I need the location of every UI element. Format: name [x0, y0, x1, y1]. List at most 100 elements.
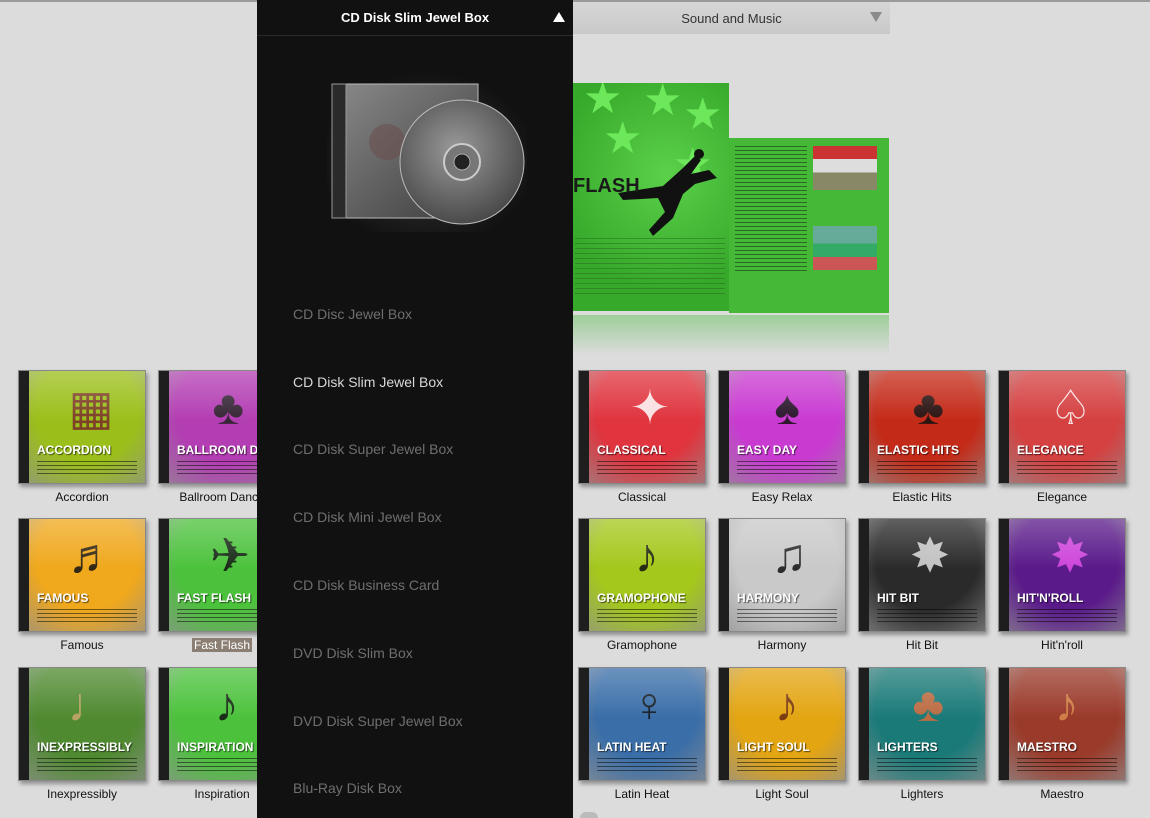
template-tile[interactable]: ♫HARMONY Harmony: [718, 518, 846, 666]
template-grid: ▦ACCORDIONAccordion♣BALLROOM DANCEBallro…: [0, 0, 1150, 818]
menu-item[interactable]: CD Disk Business Card: [293, 577, 439, 593]
template-label[interactable]: Inexpressibly: [4, 787, 160, 801]
template-label[interactable]: Elastic Hits: [844, 490, 1000, 504]
jewel-case-spine: [999, 371, 1009, 483]
cover-body-text: [737, 609, 837, 625]
template-name: Inspiration: [194, 787, 250, 801]
cover-gloss: [1009, 519, 1125, 570]
cover-title: MAESTRO: [1017, 740, 1077, 754]
jewel-case-spine: [859, 371, 869, 483]
template-label[interactable]: Hit'n'roll: [984, 638, 1140, 652]
menu-item[interactable]: CD Disk Super Jewel Box: [293, 441, 453, 457]
jewel-case-spine: [719, 668, 729, 780]
template-tile[interactable]: ♤ELEGANCE Elegance: [998, 370, 1126, 518]
jewel-case-spine: [859, 668, 869, 780]
template-name: Hit'n'roll: [1041, 638, 1083, 652]
cover-title: INSPIRATION: [177, 740, 254, 754]
cover-title: FAST FLASH: [177, 591, 251, 605]
scroll-indicator[interactable]: [580, 812, 598, 818]
menu-item[interactable]: CD Disk Mini Jewel Box: [293, 509, 442, 525]
template-tile[interactable]: ♩INEXPRESSIBLY Inexpressibly: [18, 667, 146, 815]
template-tile[interactable]: ♪GRAMOPHONE Gramophone: [578, 518, 706, 666]
template-label[interactable]: Elegance: [984, 490, 1140, 504]
template-label[interactable]: Hit Bit: [844, 638, 1000, 652]
cover-title: EASY DAY: [737, 443, 798, 457]
template-label[interactable]: Maestro: [984, 787, 1140, 801]
menu-item[interactable]: Blu-Ray Disk Box: [293, 780, 402, 796]
cover-title: HIT'N'ROLL: [1017, 591, 1084, 605]
jewel-case-spine: [19, 668, 29, 780]
template-name: Light Soul: [755, 787, 809, 801]
template-cover[interactable]: ♀LATIN HEAT: [578, 667, 706, 781]
cover-gloss: [729, 519, 845, 570]
cover-title: LIGHT SOUL: [737, 740, 810, 754]
template-tile[interactable]: ♀LATIN HEAT Latin Heat: [578, 667, 706, 815]
jewel-case-spine: [159, 668, 169, 780]
chevron-up-icon[interactable]: [553, 12, 565, 22]
cover-gloss: [729, 668, 845, 719]
cover-body-text: [877, 609, 977, 625]
template-tile[interactable]: ✸HIT'N'ROLL Hit'n'roll: [998, 518, 1126, 666]
template-cover[interactable]: ✦CLASSICAL: [578, 370, 706, 484]
template-tile[interactable]: ♪LIGHT SOUL Light Soul: [718, 667, 846, 815]
product-select[interactable]: CD Disk Slim Jewel Box: [257, 0, 573, 36]
template-name: Maestro: [1040, 787, 1084, 801]
product-select-value: CD Disk Slim Jewel Box: [340, 10, 490, 25]
template-label[interactable]: Accordion: [4, 490, 160, 504]
menu-item[interactable]: DVD Disk Slim Box: [293, 645, 413, 661]
template-label[interactable]: Classical: [564, 490, 720, 504]
template-label[interactable]: Easy Relax: [704, 490, 860, 504]
template-tile[interactable]: ♣LIGHTERS Lighters: [858, 667, 986, 815]
template-cover[interactable]: ▦ACCORDION: [18, 370, 146, 484]
cover-gloss: [1009, 371, 1125, 422]
template-label[interactable]: Gramophone: [564, 638, 720, 652]
template-name: Harmony: [757, 638, 807, 652]
jewel-case-spine: [159, 371, 169, 483]
template-name: Elegance: [1036, 490, 1088, 504]
template-tile[interactable]: ♬FAMOUS Famous: [18, 518, 146, 666]
template-name: Easy Relax: [751, 490, 813, 504]
cover-title: CLASSICAL: [597, 443, 666, 457]
template-cover[interactable]: ✸HIT'N'ROLL: [998, 518, 1126, 632]
template-cover[interactable]: ♩INEXPRESSIBLY: [18, 667, 146, 781]
cover-body-text: [1017, 758, 1117, 774]
cover-body-text: [737, 758, 837, 774]
cover-title: FAMOUS: [37, 591, 89, 605]
template-cover[interactable]: ♬FAMOUS: [18, 518, 146, 632]
template-tile[interactable]: ♪MAESTRO Maestro: [998, 667, 1126, 815]
cover-gloss: [29, 519, 145, 570]
cover-title: LIGHTERS: [877, 740, 938, 754]
jewel-case-spine: [719, 519, 729, 631]
menu-item[interactable]: CD Disc Jewel Box: [293, 306, 412, 322]
cover-title: HIT BIT: [877, 591, 919, 605]
template-label[interactable]: Lighters: [844, 787, 1000, 801]
template-cover[interactable]: ♪MAESTRO: [998, 667, 1126, 781]
template-tile[interactable]: ✦CLASSICAL Classical: [578, 370, 706, 518]
menu-item[interactable]: DVD Disk Super Jewel Box: [293, 713, 463, 729]
template-cover[interactable]: ✸HIT BIT: [858, 518, 986, 632]
template-tile[interactable]: ▦ACCORDION Accordion: [18, 370, 146, 518]
jewel-case-spine: [19, 371, 29, 483]
template-name: Accordion: [55, 490, 109, 504]
template-label[interactable]: Light Soul: [704, 787, 860, 801]
template-tile[interactable]: ♠EASY DAY Easy Relax: [718, 370, 846, 518]
template-cover[interactable]: ♣LIGHTERS: [858, 667, 986, 781]
cover-body-text: [1017, 461, 1117, 477]
template-label[interactable]: Latin Heat: [564, 787, 720, 801]
template-name: Gramophone: [606, 638, 678, 652]
product-dropdown[interactable]: CD Disk Slim Jewel Box CD Disc Jewel Box…: [257, 0, 573, 818]
cover-gloss: [589, 519, 705, 570]
template-tile[interactable]: ✸HIT BIT Hit Bit: [858, 518, 986, 666]
template-cover[interactable]: ♤ELEGANCE: [998, 370, 1126, 484]
template-label[interactable]: Harmony: [704, 638, 860, 652]
template-cover[interactable]: ♠EASY DAY: [718, 370, 846, 484]
template-cover[interactable]: ♣ELASTIC HITS: [858, 370, 986, 484]
template-cover[interactable]: ♫HARMONY: [718, 518, 846, 632]
template-name: Hit Bit: [905, 638, 938, 652]
template-tile[interactable]: ♣ELASTIC HITS Elastic Hits: [858, 370, 986, 518]
menu-item[interactable]: CD Disk Slim Jewel Box: [293, 374, 443, 390]
template-label[interactable]: Famous: [4, 638, 160, 652]
template-cover[interactable]: ♪LIGHT SOUL: [718, 667, 846, 781]
template-name: Famous: [60, 638, 104, 652]
template-cover[interactable]: ♪GRAMOPHONE: [578, 518, 706, 632]
